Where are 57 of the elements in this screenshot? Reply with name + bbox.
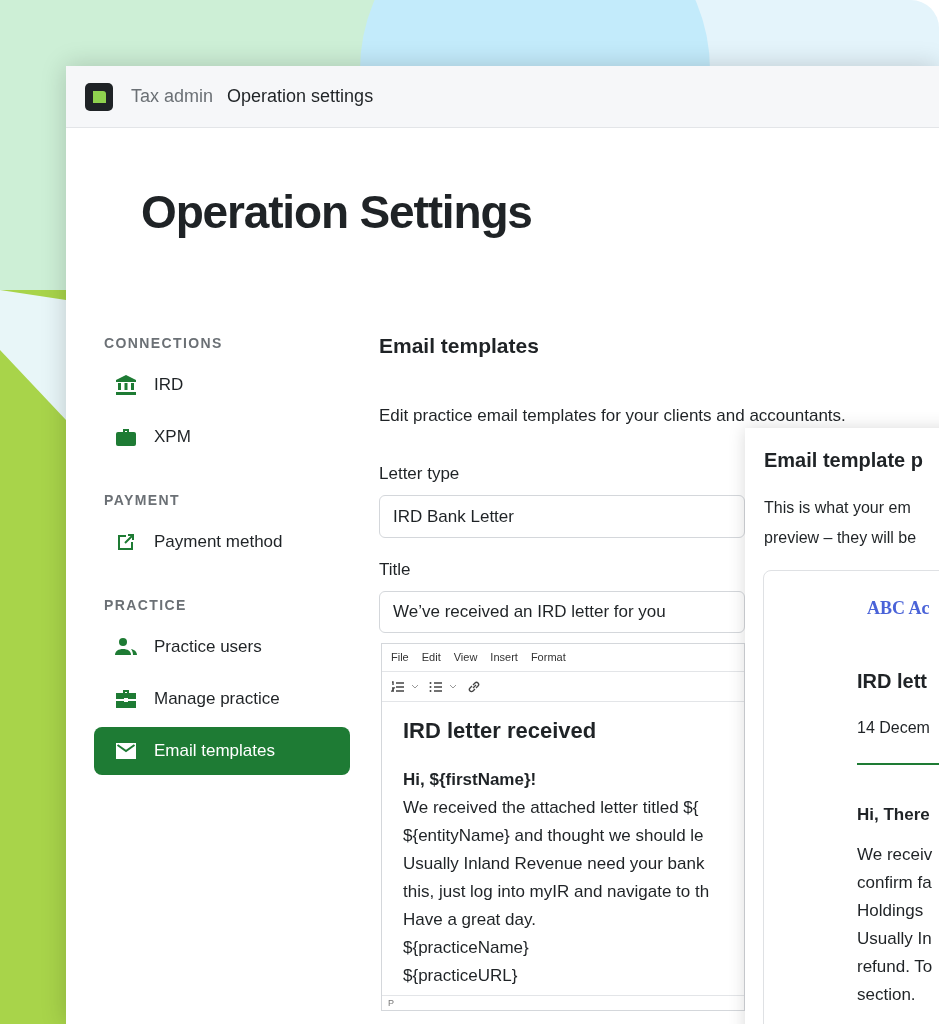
- editor-greeting: Hi, ${firstName}!: [403, 769, 538, 791]
- status-text: P: [382, 995, 744, 1010]
- bank-icon: [115, 374, 137, 396]
- email-text-line: Holdings: [857, 900, 925, 922]
- numbered-list-icon[interactable]: [391, 679, 405, 694]
- preview-description: This is what your em preview – they will be: [764, 498, 918, 548]
- section-label: CONNECTIONS: [103, 334, 224, 353]
- sidebar-item[interactable]: IRD: [94, 361, 350, 409]
- menu-item[interactable]: Format: [530, 649, 566, 666]
- editor-text-line: ${practiceName}: [403, 937, 529, 959]
- sidebar-item[interactable]: XPM: [94, 413, 350, 461]
- preview-title: Email template p: [764, 448, 924, 472]
- email-heading: IRD lett: [857, 669, 928, 694]
- email-greeting: Hi, There: [857, 804, 931, 826]
- editor-text-line: this, just log into myIR and navigate to th: [403, 881, 710, 903]
- external-link-icon: [115, 531, 137, 553]
- section-heading: Email templates: [379, 333, 540, 359]
- section-description: Edit practice email templates for your clients and accountants.: [379, 405, 846, 427]
- breadcrumb-link[interactable]: Tax admin: [131, 83, 214, 110]
- menu-item[interactable]: Edit: [421, 649, 441, 666]
- title-input[interactable]: We’ve received an IRD letter for you: [379, 591, 745, 633]
- menu-item[interactable]: Insert: [490, 649, 518, 666]
- email-text-line: We receiv: [857, 844, 934, 866]
- menu-item[interactable]: View: [453, 649, 478, 666]
- breadcrumb-link[interactable]: Operation settings: [227, 83, 374, 110]
- users-icon: [115, 636, 137, 658]
- letter-type-select[interactable]: IRD Bank Letter: [379, 495, 745, 538]
- menu-item[interactable]: File: [391, 649, 409, 666]
- chevron-down-icon[interactable]: [411, 682, 419, 691]
- toolbox-icon: [115, 688, 137, 710]
- editor-text-line: We received the attached letter titled ${: [403, 797, 699, 819]
- field-label: Letter type: [379, 463, 461, 485]
- editor-heading: IRD letter received: [403, 717, 598, 745]
- bulleted-list-icon[interactable]: [429, 679, 443, 694]
- email-text-line: refund. To: [857, 956, 934, 978]
- email-date: 14 Decem: [857, 718, 931, 738]
- envelope-icon: [115, 740, 137, 762]
- briefcase-icon: [115, 426, 137, 448]
- sidebar-item[interactable]: Payment method: [94, 518, 350, 566]
- sidebar-item[interactable]: Manage practice: [94, 675, 350, 723]
- sidebar-item[interactable]: Email templates: [94, 727, 350, 775]
- email-text-line: Usually In: [857, 928, 933, 950]
- editor-text-line: ${practiceURL}: [403, 965, 518, 987]
- editor-text-line: ${entityName} and thought we should le: [403, 825, 704, 847]
- editor-text-line: Usually Inland Revenue need your bank: [403, 853, 705, 875]
- logo-icon: [85, 82, 113, 111]
- editor-text-line: Have a great day.: [403, 909, 536, 931]
- link-icon[interactable]: [467, 679, 481, 694]
- section-label: PRACTICE: [103, 596, 188, 615]
- field-label: Title: [379, 559, 412, 581]
- page-title: Operation Settings: [140, 185, 533, 236]
- email-text-line: section.: [857, 984, 917, 1006]
- sidebar-item[interactable]: Practice users: [94, 623, 350, 671]
- email-text-line: confirm fa: [857, 872, 933, 894]
- chevron-down-icon[interactable]: [449, 682, 457, 691]
- sender-name: ABC Ac: [867, 597, 930, 619]
- section-label: PAYMENT: [103, 491, 181, 510]
